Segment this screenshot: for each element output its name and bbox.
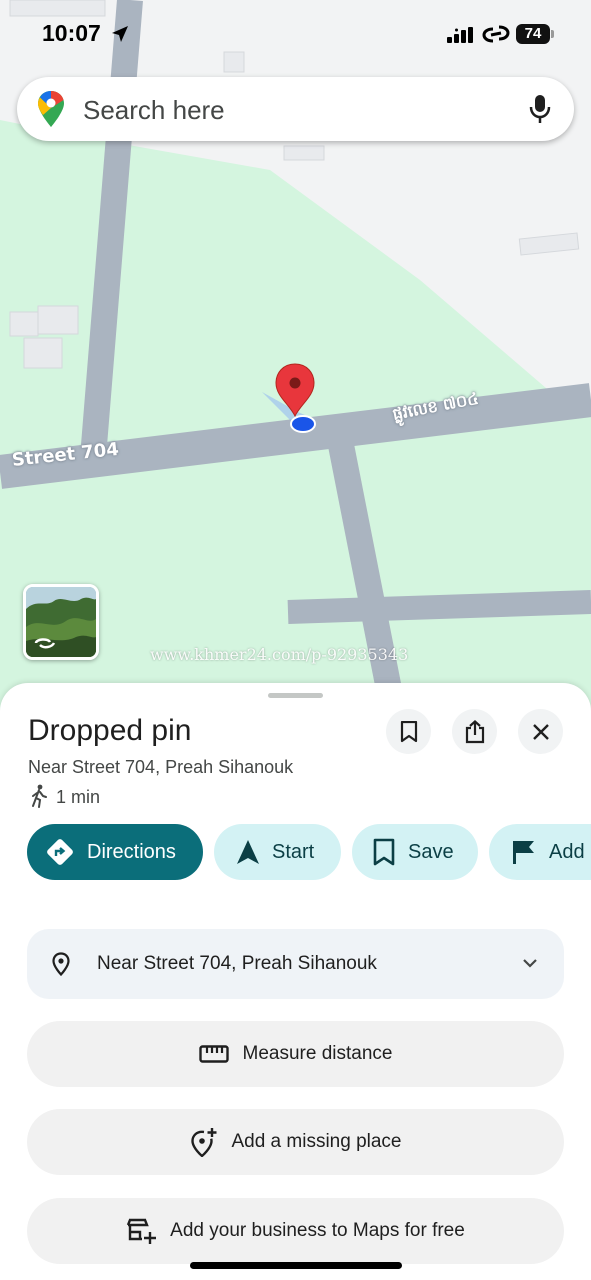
signal-icon bbox=[447, 27, 473, 43]
share-icon bbox=[465, 719, 484, 743]
home-indicator[interactable] bbox=[190, 1262, 402, 1269]
building-shape bbox=[283, 145, 325, 161]
bookmark-outline-icon bbox=[372, 838, 396, 866]
building-shape bbox=[9, 311, 39, 337]
place-title: Dropped pin bbox=[28, 714, 192, 747]
drag-handle[interactable] bbox=[268, 693, 323, 698]
directions-button[interactable]: Directions bbox=[27, 824, 203, 880]
share-button[interactable] bbox=[452, 709, 497, 754]
navigation-arrow-icon bbox=[236, 839, 260, 865]
close-button[interactable] bbox=[518, 709, 563, 754]
status-time: 10:07 bbox=[42, 20, 101, 46]
save-button[interactable]: Save bbox=[352, 824, 478, 880]
current-location-dot bbox=[290, 415, 316, 433]
walk-time-text: 1 min bbox=[56, 787, 101, 807]
directions-icon bbox=[45, 837, 75, 867]
address-text: Near Street 704, Preah Sihanouk bbox=[97, 953, 377, 974]
bookmark-button[interactable] bbox=[386, 709, 431, 754]
measure-label: Measure distance bbox=[242, 1043, 393, 1064]
add-business-button[interactable]: Add your business to Maps for free bbox=[27, 1198, 564, 1264]
google-maps-logo-icon bbox=[38, 91, 64, 127]
place-subtitle: Near Street 704, Preah Sihanouk bbox=[28, 757, 294, 777]
location-pin-icon bbox=[52, 952, 70, 976]
search-bar[interactable]: Search here bbox=[17, 77, 574, 141]
battery-tip bbox=[551, 30, 554, 38]
action-chips-row: Directions Start Save Add bbox=[0, 824, 591, 880]
bookmark-icon bbox=[400, 720, 417, 742]
battery-indicator: 74 bbox=[516, 24, 550, 44]
missing-place-label: Add a missing place bbox=[231, 1131, 402, 1152]
building-shape bbox=[23, 337, 63, 369]
start-button[interactable]: Start bbox=[214, 824, 341, 880]
add-label-button[interactable]: Add bbox=[489, 824, 591, 880]
building-shape bbox=[223, 51, 245, 73]
directions-label: Directions bbox=[87, 840, 176, 863]
status-bar: 10:07 74 bbox=[0, 14, 591, 54]
add-location-icon bbox=[189, 1127, 217, 1157]
building-shape bbox=[37, 305, 79, 335]
add-missing-place-button[interactable]: Add a missing place bbox=[27, 1109, 564, 1175]
close-icon bbox=[532, 723, 549, 740]
business-label: Add your business to Maps for free bbox=[170, 1220, 465, 1241]
ruler-icon bbox=[198, 1045, 229, 1063]
add-label: Add bbox=[549, 840, 585, 863]
flag-icon bbox=[511, 839, 537, 865]
walking-person-icon bbox=[32, 784, 47, 808]
start-label: Start bbox=[272, 840, 315, 863]
address-row[interactable]: Near Street 704, Preah Sihanouk bbox=[27, 929, 564, 999]
save-label: Save bbox=[408, 840, 454, 863]
building-shape bbox=[518, 232, 580, 256]
hotspot-link-icon bbox=[482, 25, 510, 43]
search-input[interactable]: Search here bbox=[83, 95, 225, 126]
place-bottom-sheet[interactable]: Dropped pin Near Street 704, Preah Sihan… bbox=[0, 683, 591, 1280]
watermark-text: www.khmer24.com/p-92935343 bbox=[150, 645, 409, 664]
street-view-thumbnail[interactable] bbox=[23, 584, 99, 660]
add-business-icon bbox=[126, 1217, 157, 1245]
measure-distance-button[interactable]: Measure distance bbox=[27, 1021, 564, 1087]
road-horizontal-lower bbox=[287, 590, 591, 624]
chevron-down-icon[interactable] bbox=[521, 954, 539, 972]
location-arrow-icon bbox=[112, 26, 128, 42]
microphone-icon[interactable] bbox=[528, 94, 552, 124]
